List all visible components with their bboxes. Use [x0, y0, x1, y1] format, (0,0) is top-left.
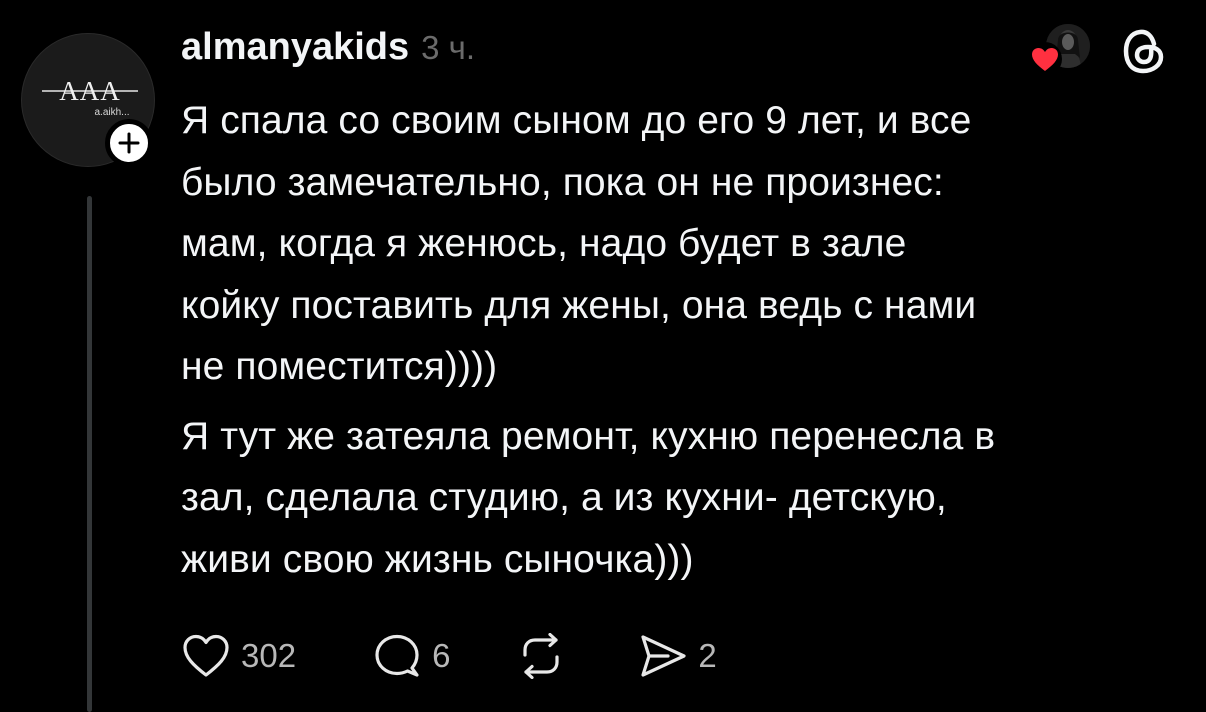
share-button[interactable]: 2 — [638, 633, 717, 679]
post-paragraph-1: Я спала со своим сыном до его 9 лет, и в… — [181, 99, 977, 388]
thread-line — [87, 196, 92, 712]
like-count: 302 — [241, 637, 297, 674]
post-body: Я спала со своим сыном до его 9 лет, и в… — [181, 90, 1181, 590]
post-header: almanyakids 3 ч. — [181, 26, 475, 70]
thread-post: AAA a.aikh... almanyakids 3 ч. Я спала с… — [0, 0, 1206, 712]
post-actions: 302 6 2 — [181, 628, 717, 684]
speech-bubble-icon — [375, 634, 419, 677]
plus-icon — [118, 132, 140, 154]
liked-by-indicator[interactable] — [1024, 20, 1096, 76]
repost-icon — [523, 633, 560, 679]
heart-outline-icon — [183, 634, 229, 677]
username-link[interactable]: almanyakids — [181, 26, 409, 69]
like-button[interactable]: 302 — [181, 633, 296, 679]
reply-count: 6 — [432, 637, 451, 674]
repost-button[interactable] — [516, 633, 576, 679]
avatar-logo-text: AAA — [59, 76, 121, 106]
avatar-logo: AAA a.aikh... — [42, 76, 138, 118]
heart-icon — [1032, 48, 1058, 71]
send-icon — [641, 635, 687, 677]
heart-badge — [1028, 42, 1062, 76]
follow-button[interactable] — [105, 119, 153, 167]
post-paragraph-2: Я тут же затеяла ремонт, кухню перенесла… — [181, 414, 996, 581]
share-count: 2 — [698, 637, 717, 674]
threads-logo-icon[interactable] — [1121, 26, 1167, 76]
reply-button[interactable]: 6 — [372, 633, 450, 679]
avatar-logo-subtext: a.aikh... — [94, 107, 129, 118]
post-timestamp: 3 ч. — [421, 29, 476, 66]
